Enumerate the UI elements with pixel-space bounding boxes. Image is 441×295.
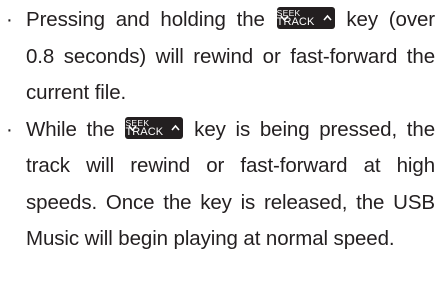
chevron-up-icon (323, 12, 332, 24)
chevron-up-icon (171, 122, 181, 134)
instruction-item-hold-key: · Pressing and holding the SEEK TRACK key… (6, 2, 435, 112)
seek-track-key-icon: SEEK TRACK (276, 7, 335, 29)
bullet-dot: · (6, 8, 13, 31)
instruction-text-before-key: Pressing and holding the (26, 8, 276, 31)
manual-page: · Pressing and holding the SEEK TRACK key… (0, 0, 441, 295)
bullet-dot: · (6, 117, 13, 141)
instruction-text-before-key: While the (26, 117, 125, 141)
seek-track-key-icon: SEEK TRACK (125, 116, 184, 139)
instruction-item-while-pressed: · While the SEEK TRACK key is being press… (6, 112, 435, 258)
instruction-list: · Pressing and holding the SEEK TRACK key… (6, 2, 435, 258)
